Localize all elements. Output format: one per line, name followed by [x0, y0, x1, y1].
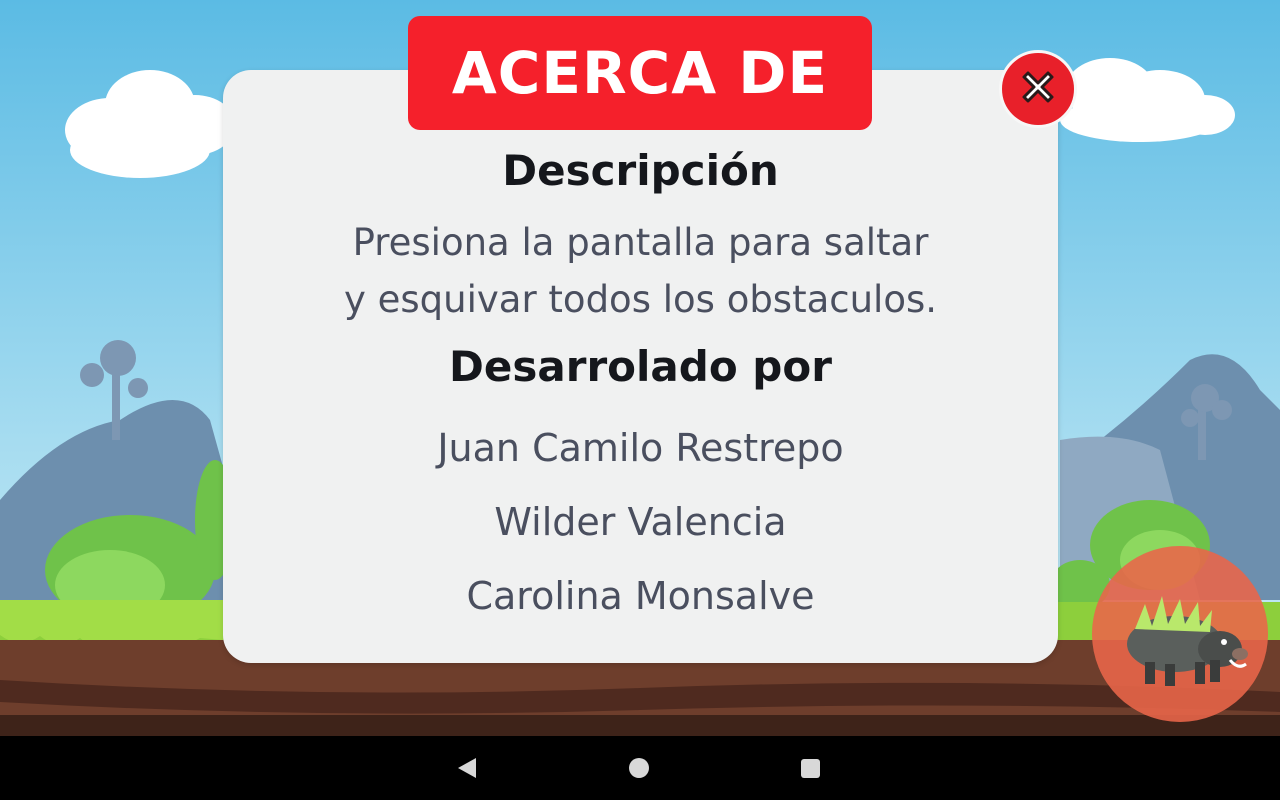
developers-heading: Desarrolado por — [449, 342, 832, 391]
close-button[interactable] — [999, 50, 1077, 128]
developer-name: Carolina Monsalve — [466, 574, 815, 618]
developer-name: Juan Camilo Restrepo — [437, 426, 844, 470]
boar-logo — [1090, 544, 1270, 724]
description-line: Presiona la pantalla para saltar — [352, 221, 929, 264]
recents-icon[interactable] — [801, 759, 820, 778]
close-icon — [1016, 65, 1060, 113]
description-line: y esquivar todos los obstaculos. — [343, 278, 938, 321]
developer-name: Wilder Valencia — [494, 500, 787, 544]
description-text: Presiona la pantalla para saltar y esqui… — [223, 214, 1058, 328]
back-icon[interactable] — [458, 758, 476, 778]
description-heading: Descripción — [502, 146, 779, 195]
dialog-title: ACERCA DE — [408, 16, 872, 130]
home-icon[interactable] — [629, 758, 649, 778]
